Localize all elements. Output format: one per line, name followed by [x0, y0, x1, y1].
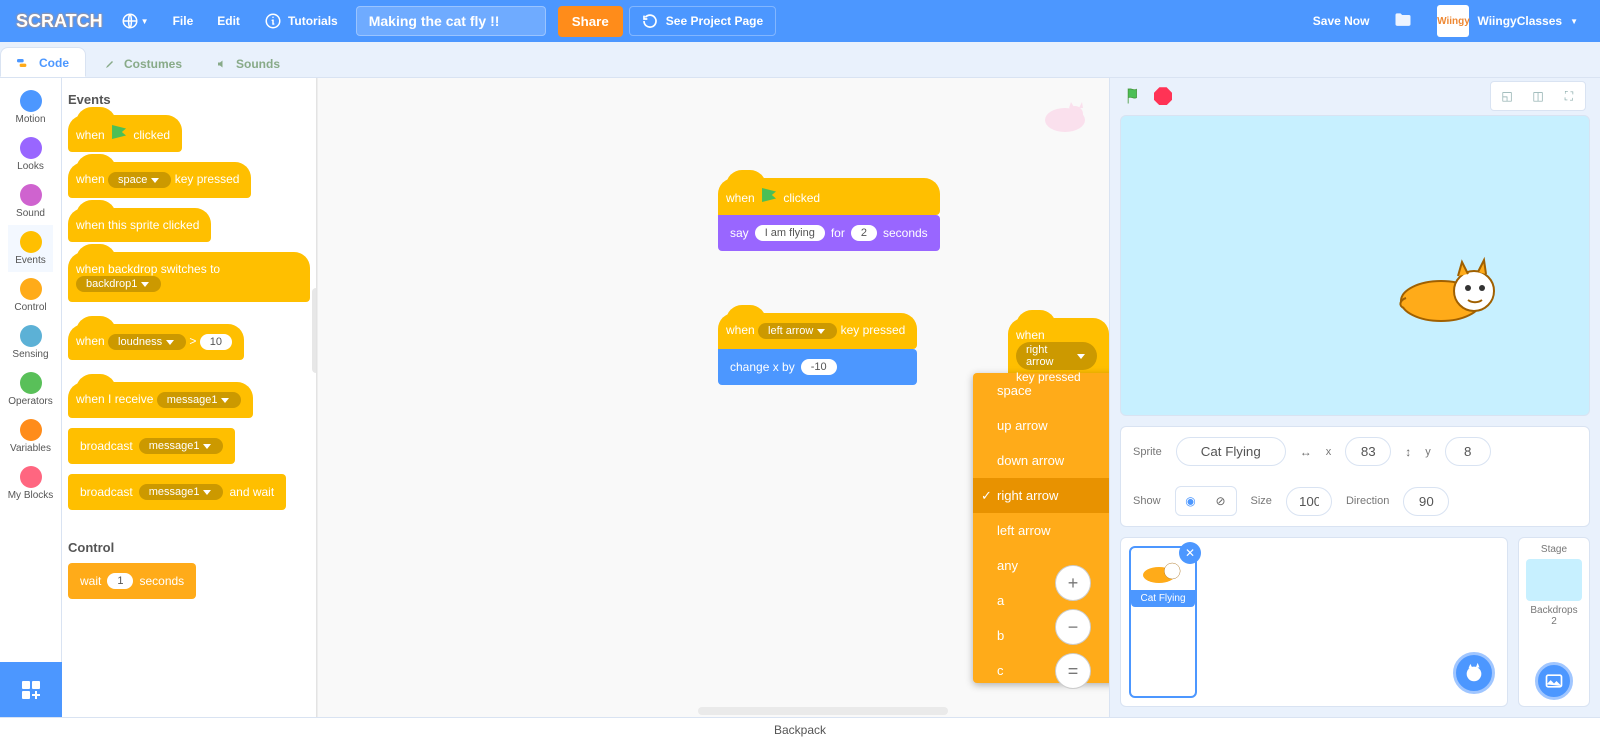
green-flag-button[interactable] — [1124, 86, 1144, 106]
stage-panel: ◱ ◫ ⛶ Sprite ↔x ↕y Show ◉ ⊘ S — [1110, 78, 1600, 717]
block-when-flag-clicked[interactable]: when clicked — [68, 115, 182, 152]
small-stage-button[interactable]: ◱ — [1493, 84, 1521, 108]
sprite-size-input[interactable] — [1286, 487, 1332, 516]
dropdown-option-left-arrow[interactable]: left arrow — [973, 513, 1110, 548]
main-area: MotionLooksSoundEventsControlSensingOper… — [0, 78, 1600, 717]
extension-icon — [19, 678, 43, 702]
dropdown-option-down-arrow[interactable]: down arrow — [973, 443, 1110, 478]
category-operators[interactable]: Operators — [8, 366, 54, 413]
category-looks[interactable]: Looks — [8, 131, 54, 178]
block-when-receive[interactable]: when I receive message1 — [68, 382, 253, 418]
zoom-controls: + − = — [1055, 565, 1091, 689]
sprite-x-input[interactable] — [1345, 437, 1391, 466]
sprite-list: ✕ Cat Flying — [1120, 537, 1508, 707]
large-stage-button[interactable]: ◫ — [1524, 84, 1552, 108]
block-broadcast[interactable]: broadcast message1 — [68, 428, 235, 464]
scratch-logo[interactable]: SCRATCH — [10, 9, 109, 34]
dropdown-option-right-arrow[interactable]: right arrow — [973, 478, 1110, 513]
tab-row: Code Costumes Sounds — [0, 42, 1600, 78]
zoom-reset-button[interactable]: = — [1055, 653, 1091, 689]
my-stuff-icon[interactable] — [1381, 10, 1425, 33]
add-backdrop-button[interactable] — [1535, 662, 1573, 700]
hide-sprite-button[interactable]: ⊘ — [1206, 487, 1236, 515]
block-broadcast-wait[interactable]: broadcast message1 and wait — [68, 474, 286, 510]
script-workspace[interactable]: when clicked say I am flying for 2 secon… — [317, 78, 1110, 717]
stop-button[interactable] — [1154, 87, 1172, 105]
account-menu[interactable]: Wiingy WiingyClasses ▼ — [1425, 5, 1590, 37]
category-motion[interactable]: Motion — [8, 84, 54, 131]
add-sprite-button[interactable] — [1453, 652, 1495, 694]
dropdown-option-up-arrow[interactable]: up arrow — [973, 408, 1110, 443]
sprite-watermark — [1041, 98, 1089, 137]
category-my-blocks[interactable]: My Blocks — [8, 460, 54, 507]
stage[interactable] — [1120, 115, 1590, 416]
language-menu[interactable]: ▼ — [109, 12, 161, 30]
zoom-in-button[interactable]: + — [1055, 565, 1091, 601]
backpack[interactable]: Backpack — [0, 717, 1600, 741]
workspace-scrollbar[interactable] — [698, 707, 948, 715]
category-sensing[interactable]: Sensing — [8, 319, 54, 366]
block-when-backdrop-switches[interactable]: when backdrop switches to backdrop1 — [68, 252, 310, 302]
zoom-out-button[interactable]: − — [1055, 609, 1091, 645]
stage-sprite-cat[interactable] — [1396, 256, 1506, 329]
file-menu[interactable]: File — [161, 14, 206, 28]
see-project-page-button[interactable]: See Project Page — [629, 6, 776, 36]
category-sound[interactable]: Sound — [8, 178, 54, 225]
flag-icon — [112, 125, 126, 139]
sprite-label: Sprite — [1133, 446, 1162, 458]
avatar: Wiingy — [1437, 5, 1469, 37]
category-variables[interactable]: Variables — [8, 413, 54, 460]
add-extension-button[interactable] — [0, 662, 62, 717]
block-when-sprite-clicked[interactable]: when this sprite clicked — [68, 208, 211, 242]
sprite-name-input[interactable] — [1176, 437, 1286, 466]
tab-code[interactable]: Code — [0, 47, 86, 77]
tutorials-button[interactable]: Tutorials — [252, 12, 350, 30]
block-wait[interactable]: wait 1 seconds — [68, 563, 196, 599]
sound-icon — [214, 58, 230, 70]
save-now-button[interactable]: Save Now — [1301, 14, 1382, 28]
image-icon — [1544, 671, 1564, 691]
tab-sounds[interactable]: Sounds — [198, 49, 296, 77]
sprite-info-panel: Sprite ↔x ↕y Show ◉ ⊘ Size Direction — [1120, 426, 1590, 527]
project-title-input[interactable] — [356, 6, 546, 36]
sprite-direction-input[interactable] — [1403, 487, 1449, 516]
script-1[interactable]: when clicked say I am flying for 2 secon… — [718, 178, 940, 251]
code-icon — [17, 57, 33, 69]
events-header: Events — [68, 92, 310, 107]
block-palette: Events when clicked when space key press… — [62, 78, 317, 717]
sprite-y-input[interactable] — [1445, 437, 1491, 466]
category-control[interactable]: Control — [8, 272, 54, 319]
menubar: SCRATCH ▼ File Edit Tutorials Share See … — [0, 0, 1600, 42]
category-sidebar: MotionLooksSoundEventsControlSensingOper… — [0, 78, 62, 717]
delete-sprite-button[interactable]: ✕ — [1179, 542, 1201, 564]
edit-menu[interactable]: Edit — [205, 14, 252, 28]
block-when-key-pressed[interactable]: when space key pressed — [68, 162, 251, 198]
block-when-loudness[interactable]: when loudness > 10 — [68, 324, 244, 360]
sprite-card-cat-flying[interactable]: ✕ Cat Flying — [1129, 546, 1197, 698]
stage-selector[interactable]: Stage Backdrops 2 — [1518, 537, 1590, 707]
cat-icon — [1463, 662, 1485, 684]
script-3[interactable]: when right arrow key pressed — [1008, 318, 1109, 394]
show-sprite-button[interactable]: ◉ — [1176, 487, 1206, 515]
control-header: Control — [68, 540, 310, 555]
share-button[interactable]: Share — [558, 6, 623, 37]
stage-controls: ◱ ◫ ⛶ — [1110, 78, 1600, 115]
category-events[interactable]: Events — [8, 225, 54, 272]
paintbrush-icon — [102, 58, 118, 70]
script-2[interactable]: when left arrow key pressed change x by … — [718, 313, 917, 385]
tab-costumes[interactable]: Costumes — [86, 49, 198, 77]
fullscreen-button[interactable]: ⛶ — [1555, 84, 1583, 108]
